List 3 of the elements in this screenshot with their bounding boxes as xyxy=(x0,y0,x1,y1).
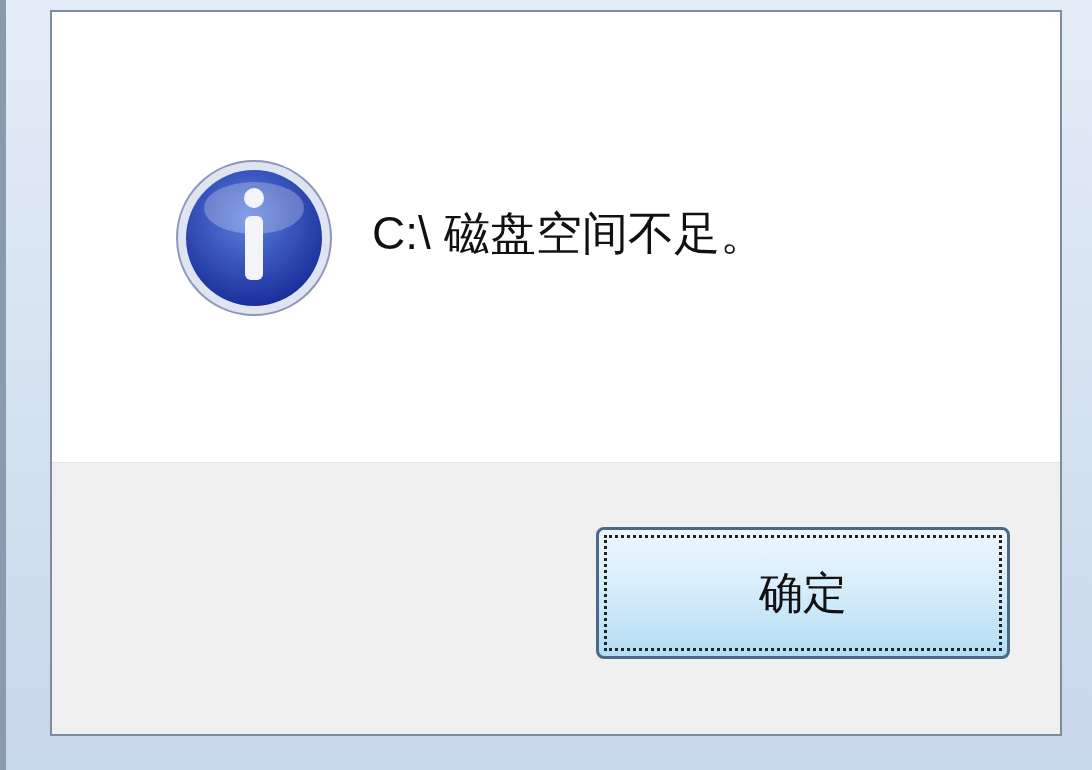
ok-button[interactable]: 确定 xyxy=(596,527,1010,659)
message-text: C:\ 磁盘空间不足。 xyxy=(372,210,766,256)
info-icon xyxy=(174,158,334,318)
